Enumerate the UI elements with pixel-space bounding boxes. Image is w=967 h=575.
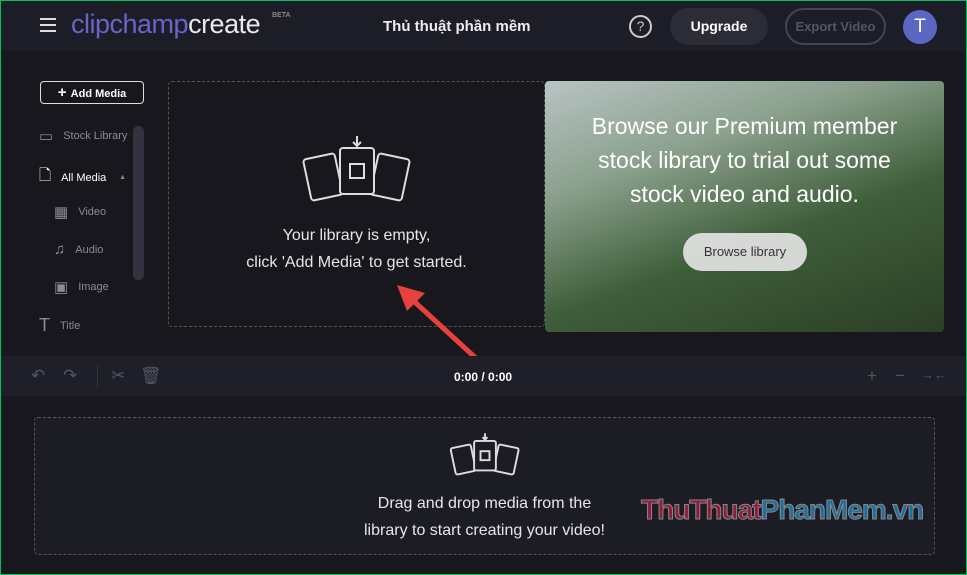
redo-icon[interactable]: ↷ [63,366,77,386]
sidebar-item-stock-library[interactable]: ▭ Stock Library [39,127,129,145]
timeline-dropzone[interactable]: Drag and drop media from the library to s… [34,417,935,555]
sidebar-item-video[interactable]: ▦ Video [54,203,106,221]
trash-icon[interactable]: 🗑 [140,366,162,386]
zoom-in-icon[interactable]: + [867,366,877,386]
watermark: ThuThuatPhanMem.vn [641,494,925,526]
sidebar-item-all-media[interactable]: 🗋 All Media ▲ [39,165,126,190]
text-icon: T [39,315,50,335]
sidebar-item-audio[interactable]: ♫ Audio [54,241,103,258]
undo-icon[interactable]: ↶ [31,366,45,386]
file-icon: 🗋 [39,167,52,184]
upgrade-button[interactable]: Upgrade [670,8,768,45]
sidebar-item-title[interactable]: T Title [39,315,80,336]
caret-up-icon: ▲ [119,174,126,181]
music-icon: ♫ [54,241,66,258]
promo-text: Browse our Premium member stock library … [591,113,898,207]
browse-library-button[interactable]: Browse library [683,233,807,271]
add-media-button[interactable]: + Add Media [40,81,144,104]
media-files-icon [302,136,411,202]
toolbar-divider [97,366,98,388]
media-files-icon [449,433,520,476]
fit-icon[interactable]: →← [921,367,947,382]
logo[interactable]: clipchampcreate [71,9,261,40]
plus-icon: + [57,84,71,101]
image-icon: ▣ [54,279,69,296]
help-icon[interactable]: ? [629,15,652,38]
scissors-icon[interactable]: ✂ [111,366,125,386]
film-icon: ▦ [54,204,69,221]
avatar[interactable]: T [903,10,937,44]
sidebar-scrollbar[interactable] [133,126,144,280]
store-icon: ▭ [39,128,54,145]
playback-time: 0:00 / 0:00 [454,370,513,384]
beta-badge: BETA [272,12,291,19]
sidebar-item-image[interactable]: ▣ Image [54,278,109,296]
empty-library-line1: Your library is empty, [282,227,431,244]
empty-library-line2: click 'Add Media' to get started. [246,254,467,271]
zoom-out-icon[interactable]: − [895,366,905,386]
export-video-button[interactable]: Export Video [785,8,886,45]
project-title[interactable]: Thủ thuật phần mềm [383,18,531,35]
premium-promo-banner: Browse our Premium member stock library … [545,81,944,332]
menu-icon[interactable] [40,18,56,32]
